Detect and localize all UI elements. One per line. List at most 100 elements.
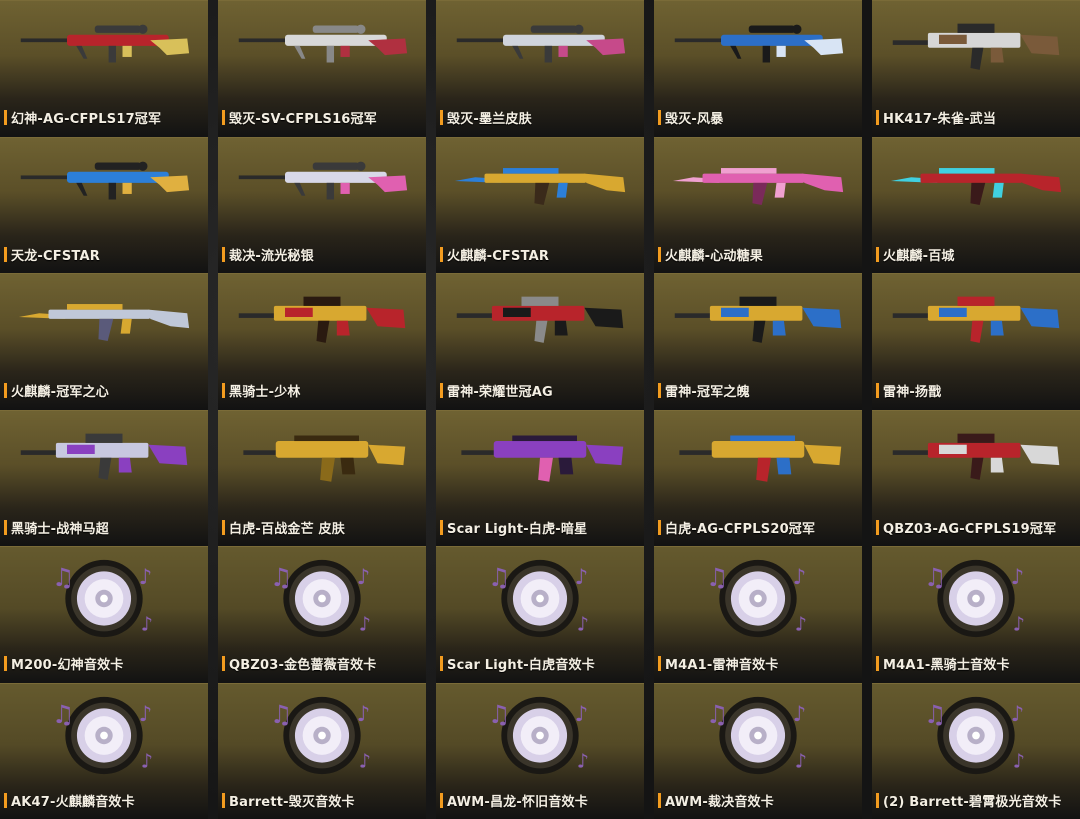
item-label-row: 天龙-CFSTAR (0, 243, 208, 265)
svg-text:♪: ♪ (357, 565, 371, 590)
weapon-skin-item[interactable]: 毁灭-SV-CFPLS16冠军 (218, 0, 426, 137)
svg-text:♪: ♪ (141, 612, 153, 635)
item-name: 幻神-AG-CFPLS17冠军 (11, 112, 162, 127)
item-name: 火麒麟-CFSTAR (447, 248, 550, 264)
accent-bar (222, 792, 225, 808)
item-name: 毁灭-SV-CFPLS16冠军 (229, 112, 377, 127)
item-label-row: AK47-火麒麟音效卡 (0, 789, 208, 811)
svg-text:♫: ♫ (924, 563, 947, 592)
accent-bar (4, 519, 7, 535)
item-name: 白虎-AG-CFPLS20冠军 (665, 521, 816, 537)
svg-text:♪: ♪ (1013, 749, 1025, 772)
svg-text:♪: ♪ (575, 702, 589, 727)
weapon-skin-item[interactable]: 雷神-冠军之魄 (654, 273, 862, 410)
weapon-skin-item[interactable]: 黑骑士-少林 (218, 273, 426, 410)
item-name: 毁灭-风暴 (665, 112, 724, 127)
weapon-skin-item[interactable]: 裁决-流光秘银 (218, 136, 426, 273)
item-name: (2) Barrett-碧霄极光音效卡 (883, 794, 1062, 810)
item-label-row: 火麒麟-CFSTAR (436, 243, 644, 265)
item-name: 雷神-荣耀世冠AG (447, 385, 553, 400)
accent-bar (658, 519, 661, 535)
svg-text:♪: ♪ (577, 749, 589, 772)
item-label-row: 毁灭-SV-CFPLS16冠军 (218, 107, 426, 129)
weapon-icon (444, 417, 636, 491)
item-label-row: M200-幻神音效卡 (0, 653, 208, 675)
accent-bar (222, 383, 225, 398)
item-name: 黑骑士-战神马超 (11, 521, 109, 537)
item-name: QBZ03-AG-CFPLS19冠军 (883, 521, 1057, 537)
svg-text:♪: ♪ (1011, 565, 1025, 590)
sound-card-item[interactable]: ♫ ♪ ♪ AK47-火麒麟音效卡 (0, 682, 208, 819)
weapon-icon (8, 7, 200, 81)
sound-card-item[interactable]: ♫ ♪ ♪ (2) Barrett-碧霄极光音效卡 (872, 682, 1080, 819)
accent-bar (658, 792, 661, 808)
item-label-row: 幻神-AG-CFPLS17冠军 (0, 107, 208, 129)
item-label-row: AWM-昌龙-怀旧音效卡 (436, 789, 644, 811)
accent-bar (876, 383, 879, 398)
svg-text:♫: ♫ (488, 699, 511, 728)
svg-text:♪: ♪ (793, 702, 807, 727)
accent-bar (876, 656, 879, 671)
item-name: 火麒麟-冠军之心 (11, 385, 109, 400)
weapon-skin-item[interactable]: 毁灭-墨兰皮肤 (436, 0, 644, 137)
weapon-icon (444, 7, 636, 81)
accent-bar (876, 246, 879, 262)
item-label-row: 雷神-扬戬 (872, 380, 1080, 402)
item-name: M4A1-雷神音效卡 (665, 658, 779, 673)
sound-card-item[interactable]: ♫ ♪ ♪ M4A1-黑骑士音效卡 (872, 546, 1080, 683)
item-name: 裁决-流光秘银 (229, 248, 314, 264)
item-label-row: 白虎-百战金芒 皮肤 (218, 516, 426, 538)
sound-card-item[interactable]: ♫ ♪ ♪ AWM-裁决音效卡 (654, 682, 862, 819)
svg-text:♪: ♪ (793, 565, 807, 590)
sound-card-item[interactable]: ♫ ♪ ♪ M4A1-雷神音效卡 (654, 546, 862, 683)
item-name: Barrett-毁灭音效卡 (229, 794, 355, 810)
weapon-skin-item[interactable]: 毁灭-风暴 (654, 0, 862, 137)
weapon-icon (662, 7, 854, 81)
weapon-skin-item[interactable]: QBZ03-AG-CFPLS19冠军 (872, 409, 1080, 546)
item-grid: 幻神-AG-CFPLS17冠军 毁灭-SV-CFPLS16冠军 毁灭-墨兰皮肤 毁灭-… (0, 0, 1080, 819)
item-label-row: HK417-朱雀-武当 (872, 107, 1080, 129)
weapon-skin-item[interactable]: 火麒麟-百城 (872, 136, 1080, 273)
svg-text:♫: ♫ (706, 563, 729, 592)
weapon-icon (662, 144, 854, 218)
svg-text:♪: ♪ (795, 749, 807, 772)
accent-bar (658, 383, 661, 398)
accent-bar (440, 383, 443, 398)
item-label-row: 白虎-AG-CFPLS20冠军 (654, 516, 862, 538)
item-label-row: QBZ03-AG-CFPLS19冠军 (872, 516, 1080, 538)
accent-bar (658, 110, 661, 125)
weapon-skin-item[interactable]: 火麒麟-心动糖果 (654, 136, 862, 273)
weapon-icon (662, 417, 854, 491)
weapon-skin-item[interactable]: 火麒麟-CFSTAR (436, 136, 644, 273)
item-label-row: 黑骑士-少林 (218, 380, 426, 402)
weapon-skin-item[interactable]: Scar Light-白虎-暗星 (436, 409, 644, 546)
item-label-row: 黑骑士-战神马超 (0, 516, 208, 538)
sound-card-item[interactable]: ♫ ♪ ♪ QBZ03-金色蔷薇音效卡 (218, 546, 426, 683)
weapon-skin-item[interactable]: HK417-朱雀-武当 (872, 0, 1080, 137)
weapon-skin-item[interactable]: 火麒麟-冠军之心 (0, 273, 208, 410)
sound-card-item[interactable]: ♫ ♪ ♪ Barrett-毁灭音效卡 (218, 682, 426, 819)
weapon-skin-item[interactable]: 白虎-AG-CFPLS20冠军 (654, 409, 862, 546)
item-label-row: (2) Barrett-碧霄极光音效卡 (872, 789, 1080, 811)
sound-card-item[interactable]: ♫ ♪ ♪ AWM-昌龙-怀旧音效卡 (436, 682, 644, 819)
sound-disc-icon: ♫ ♪ ♪ (264, 692, 380, 776)
svg-text:♪: ♪ (139, 702, 153, 727)
item-name: AWM-裁决音效卡 (665, 794, 774, 810)
accent-bar (440, 110, 443, 125)
weapon-skin-item[interactable]: 天龙-CFSTAR (0, 136, 208, 273)
sound-card-item[interactable]: ♫ ♪ ♪ Scar Light-白虎音效卡 (436, 546, 644, 683)
svg-text:♪: ♪ (139, 565, 153, 590)
weapon-icon (880, 7, 1072, 81)
weapon-skin-item[interactable]: 雷神-扬戬 (872, 273, 1080, 410)
item-name: 天龙-CFSTAR (11, 248, 100, 264)
weapon-skin-item[interactable]: 雷神-荣耀世冠AG (436, 273, 644, 410)
weapon-skin-item[interactable]: 幻神-AG-CFPLS17冠军 (0, 0, 208, 137)
sound-card-item[interactable]: ♫ ♪ ♪ M200-幻神音效卡 (0, 546, 208, 683)
weapon-skin-item[interactable]: 黑骑士-战神马超 (0, 409, 208, 546)
svg-text:♫: ♫ (706, 699, 729, 728)
item-name: 黑骑士-少林 (229, 385, 301, 400)
item-label-row: Scar Light-白虎音效卡 (436, 653, 644, 675)
svg-text:♫: ♫ (270, 699, 293, 728)
weapon-skin-item[interactable]: 白虎-百战金芒 皮肤 (218, 409, 426, 546)
accent-bar (876, 792, 879, 808)
